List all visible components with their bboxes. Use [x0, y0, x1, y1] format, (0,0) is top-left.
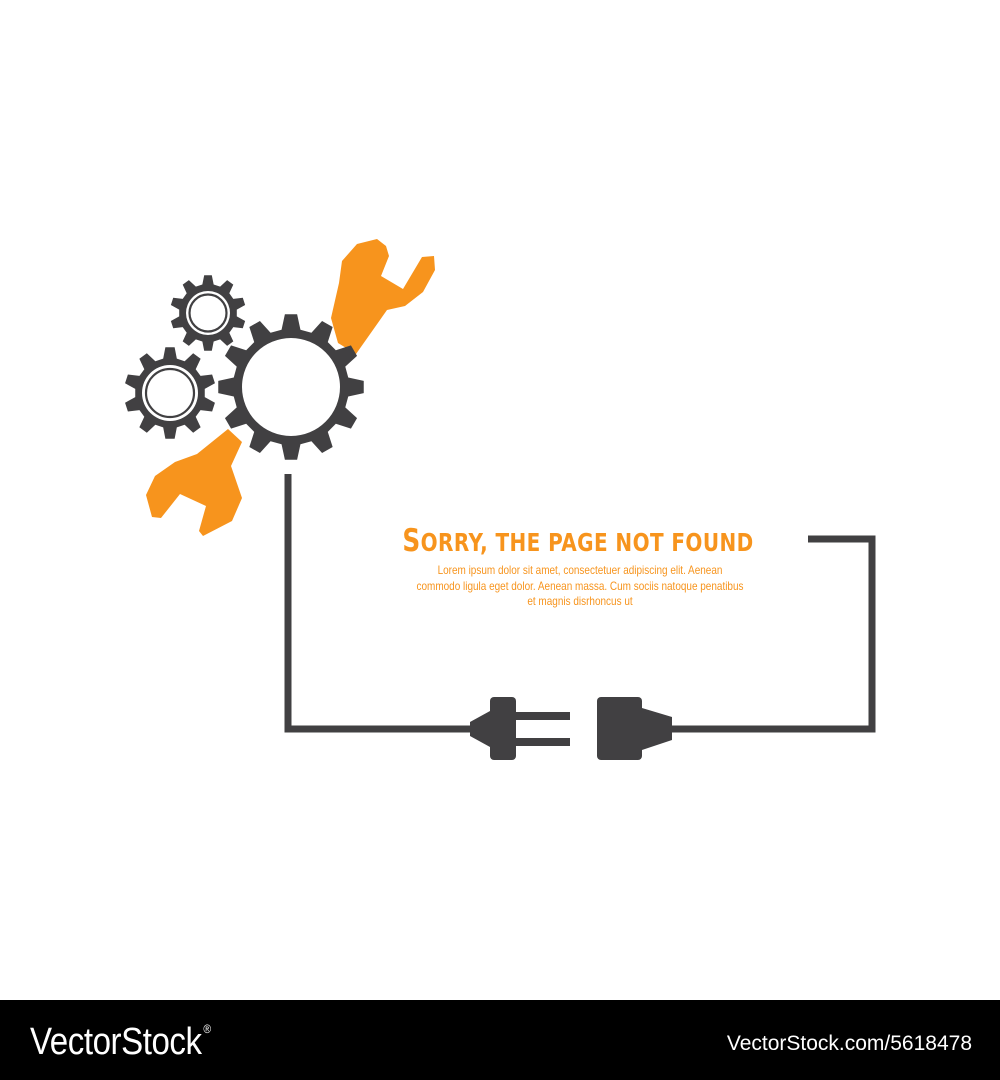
gear-body — [170, 275, 246, 351]
error-description-line: Lorem ipsum dolor sit amet, consectetuer… — [437, 564, 723, 577]
wrench-top-icon — [331, 239, 435, 354]
page-canvas: SORRY, THE PAGE NOT FOUND Lorem ipsum do… — [0, 0, 1000, 1080]
error-description-line: commodo ligula eget dolor. Aenean massa.… — [416, 579, 744, 593]
error-headline-initial: S — [402, 523, 421, 559]
plug-icon — [470, 697, 570, 760]
error-description: Lorem ipsum dolor sit amet, consectetuer… — [408, 563, 752, 610]
registered-mark: ® — [203, 1022, 211, 1036]
image-id-text: VectorStock.com/5618478 — [726, 1032, 972, 1055]
error-illustration — [125, 239, 876, 760]
error-headline: SORRY, THE PAGE NOT FOUND — [397, 521, 759, 563]
gear-inner-ring — [188, 293, 228, 333]
error-description-line: et magnis disrhoncus ut — [527, 595, 633, 608]
gear-inner-ring — [144, 367, 196, 419]
vectorstock-logo: VectorStock ® — [30, 1020, 211, 1064]
gear-body — [125, 347, 215, 439]
wrench-bottom-icon — [146, 429, 242, 536]
vectorstock-logo-text: VectorStock — [30, 1021, 202, 1063]
gear-small-top-icon — [170, 275, 246, 351]
socket-icon — [597, 697, 672, 760]
error-headline-rest: ORRY, THE PAGE NOT FOUND — [420, 528, 754, 557]
gear-small-left-icon — [125, 347, 215, 439]
